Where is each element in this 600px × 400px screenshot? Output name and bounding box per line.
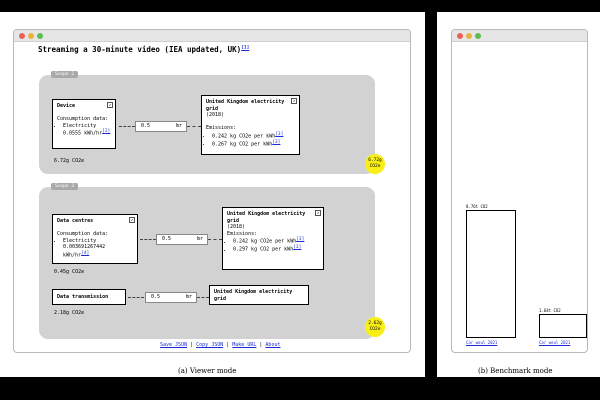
- scope-2-tag: Scope 2: [51, 71, 78, 78]
- close-dot-icon[interactable]: [19, 33, 25, 39]
- bar-source-link[interactable]: Car woul 2021: [466, 340, 497, 345]
- minimize-dot-icon[interactable]: [28, 33, 34, 39]
- connector-line: [197, 297, 209, 298]
- separator: |: [190, 342, 194, 348]
- grid-year: (2018): [206, 112, 225, 118]
- benchmark-bar[interactable]: [466, 210, 516, 338]
- viewer-window: Streaming a 30-minute video (IEA updated…: [13, 29, 411, 353]
- bubble-unit: CO2e: [369, 163, 381, 169]
- device-total: 6.72g CO2e: [54, 158, 85, 164]
- emission-co2e: 0.242 kg CO2e per kWh: [233, 238, 297, 245]
- device-consumption-label: Consumption data:: [57, 116, 109, 122]
- connector-line: [119, 126, 135, 127]
- scope-2-group: Scope 2 ↗ Device Consumption data: Elect…: [39, 71, 385, 174]
- maximize-dot-icon[interactable]: [37, 33, 43, 39]
- duration-unit: hr: [196, 236, 203, 242]
- emission-ref[interactable]: [3]: [293, 245, 301, 250]
- connector-line: [128, 297, 144, 298]
- page-title-text: Streaming a 30-minute video (IEA updated…: [38, 45, 242, 54]
- benchmark-bar[interactable]: [539, 314, 587, 338]
- duration-input[interactable]: 0.5 ↕ hr: [135, 121, 187, 132]
- duration-value: 0.5: [162, 236, 172, 242]
- scope-3-tag: Scope 3: [51, 183, 78, 190]
- title-ref-link[interactable]: [1]: [241, 46, 249, 51]
- device-item-ref[interactable]: [2]: [102, 129, 110, 134]
- expand-icon[interactable]: ↗: [129, 217, 135, 223]
- duration-input[interactable]: 0.5 ↕ hr: [145, 292, 197, 303]
- emission-ref[interactable]: [3]: [272, 140, 280, 145]
- footer-links: Save JSON | Copy JSON | Make URL | About: [160, 342, 280, 349]
- scope-3-group: Scope 3 ↗ Data centres Consumption data:…: [39, 183, 385, 339]
- benchmark-window: 8.76t CO2 Car woul 2021 1.64t CO2 Car woul …: [451, 29, 588, 353]
- connector-line: [208, 239, 222, 240]
- emission-ref[interactable]: [3]: [296, 237, 304, 242]
- viewer-caption: (a) Viewer mode: [178, 367, 237, 375]
- grid-card-collapsed[interactable]: United Kingdom electricity grid: [209, 285, 309, 305]
- about-link[interactable]: About: [265, 342, 280, 348]
- page-title: Streaming a 30-minute video (IEA updated…: [38, 45, 249, 54]
- scope-2-total-bubble: 6.72g CO2e: [365, 154, 385, 174]
- grid-title: United Kingdom electricity grid: [214, 289, 293, 302]
- benchmark-chart: 8.76t CO2 Car woul 2021 1.64t CO2 Car woul …: [452, 30, 587, 352]
- bubble-unit: CO2e: [369, 326, 381, 332]
- separator: |: [226, 342, 230, 348]
- transmission-title: Data transmission: [57, 294, 109, 300]
- emissions-label: Emissions:: [227, 230, 258, 237]
- datacentres-item-name: Electricity: [63, 237, 97, 244]
- duration-value: 0.5: [151, 294, 161, 300]
- device-card[interactable]: ↗ Device Consumption data: Electricity 0…: [52, 99, 116, 149]
- expand-icon[interactable]: ↗: [107, 102, 113, 108]
- duration-unit: hr: [185, 294, 192, 300]
- datacentres-title: Data centres: [57, 218, 94, 224]
- device-item-name: Electricity: [63, 122, 97, 129]
- scope-3-total-bubble: 2.62g CO2e: [365, 317, 385, 337]
- datacentres-card[interactable]: ↗ Data centres Consumption data: Electri…: [52, 214, 138, 264]
- viewer-panel: Streaming a 30-minute video (IEA updated…: [0, 12, 425, 377]
- benchmark-panel: 8.76t CO2 Car woul 2021 1.64t CO2 Car woul …: [437, 12, 600, 377]
- datacentres-consumption-label: Consumption data:: [57, 231, 109, 237]
- emission-co2: 0.297 kg CO2 per kWh: [233, 246, 294, 253]
- connector-line: [187, 126, 201, 127]
- bar-source-link[interactable]: Car woul 2021: [539, 340, 570, 345]
- benchmark-caption: (b) Benchmark mode: [478, 367, 553, 375]
- duration-value: 0.5: [141, 123, 151, 129]
- transmission-total: 2.18g CO2e: [54, 310, 85, 316]
- expand-icon[interactable]: ↗: [291, 98, 297, 104]
- save-json-link[interactable]: Save JSON: [160, 342, 187, 348]
- grid-title: United Kingdom electricity grid: [206, 99, 285, 112]
- duration-unit: hr: [175, 123, 182, 129]
- datacentres-total: 0.45g CO2e: [54, 269, 85, 275]
- emission-co2: 0.267 kg CO2 per kWh: [212, 141, 273, 148]
- bar-value-label: 8.76t CO2: [466, 204, 488, 209]
- device-title: Device: [57, 103, 76, 109]
- bar-value-label: 1.64t CO2: [539, 308, 561, 313]
- bubble-value: 6.72g: [368, 158, 382, 163]
- duration-input[interactable]: 0.5 ↕ hr: [156, 234, 208, 245]
- emission-ref[interactable]: [3]: [275, 132, 283, 137]
- window-titlebar: [14, 30, 410, 42]
- grid-title: United Kingdom electricity grid: [227, 211, 306, 224]
- grid-year: (2018): [227, 224, 246, 230]
- make-url-link[interactable]: Make URL: [232, 342, 256, 348]
- expand-icon[interactable]: ↗: [315, 210, 321, 216]
- emissions-label: Emissions:: [206, 125, 237, 131]
- connector-line: [140, 239, 156, 240]
- grid-card[interactable]: ↗ United Kingdom electricity grid (2018)…: [222, 207, 324, 270]
- bubble-value: 2.62g: [368, 321, 382, 326]
- separator: |: [259, 342, 263, 348]
- transmission-card[interactable]: Data transmission: [52, 289, 126, 305]
- grid-card[interactable]: ↗ United Kingdom electricity grid (2018)…: [201, 95, 300, 155]
- datacentres-item-ref[interactable]: [4]: [81, 251, 89, 256]
- emission-co2e: 0.242 kg CO2e per kWh: [212, 133, 276, 140]
- copy-json-link[interactable]: Copy JSON: [196, 342, 223, 348]
- device-item-value: 0.0555 kWh/hr: [63, 130, 103, 137]
